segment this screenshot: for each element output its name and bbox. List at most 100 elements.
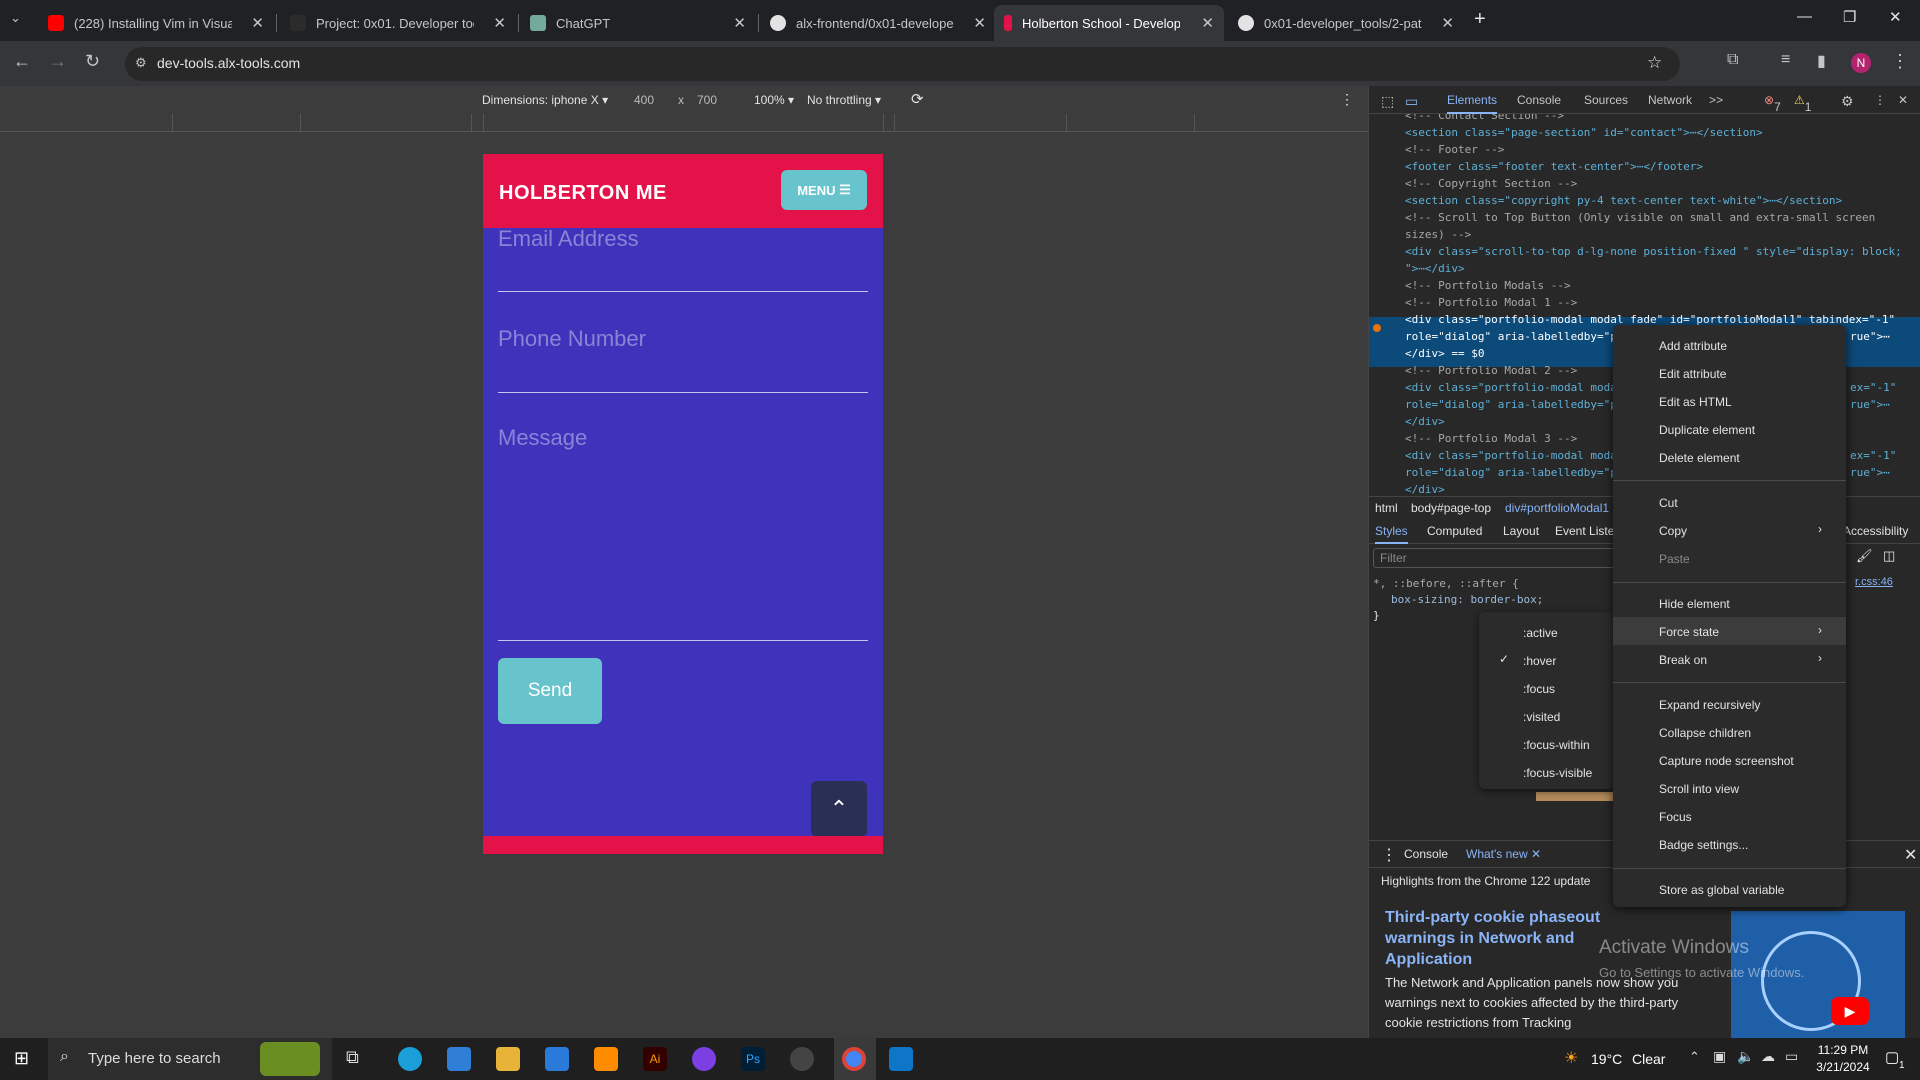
tab-5[interactable]: 0x01-developer_tools/2-pathw ✕	[1228, 5, 1464, 41]
menu-break-on[interactable]: Break on	[1659, 653, 1707, 667]
menu-badge-settings[interactable]: Badge settings...	[1659, 838, 1748, 852]
menu-delete-element[interactable]: Delete element	[1659, 451, 1740, 465]
dom-line[interactable]: role="dialog" aria-labelledby="p	[1405, 465, 1617, 482]
illustrator-icon[interactable]: Ai	[643, 1047, 667, 1071]
taskbar-search[interactable]: ⌕ Type here to search	[48, 1038, 332, 1080]
vlc-icon[interactable]	[594, 1047, 618, 1071]
file-explorer-icon[interactable]	[496, 1047, 520, 1071]
cloud-icon[interactable]: ☁	[1761, 1048, 1775, 1065]
dom-line[interactable]: <!-- Footer -->	[1405, 142, 1504, 159]
new-tab-button[interactable]: +	[1474, 8, 1486, 31]
device-select[interactable]: Dimensions: iphone X ▾	[482, 93, 608, 107]
tab-styles[interactable]: Styles	[1375, 524, 1408, 544]
dom-line[interactable]: <!-- Scroll to Top Button (Only visible …	[1405, 210, 1875, 227]
email-field[interactable]: Email Address	[498, 226, 868, 292]
devtools-close-icon[interactable]: ✕	[1898, 93, 1908, 107]
device-more-icon[interactable]: ⋮	[1340, 91, 1354, 108]
dom-line[interactable]: <!-- Portfolio Modals -->	[1405, 278, 1571, 295]
dom-line[interactable]: <!-- Portfolio Modal 3 -->	[1405, 431, 1577, 448]
dom-line[interactable]: <div class="portfolio-modal moda	[1405, 448, 1617, 465]
dom-line[interactable]: <!-- Portfolio Modal 1 -->	[1405, 295, 1577, 312]
menu-capture-node-screenshot[interactable]: Capture node screenshot	[1659, 754, 1794, 768]
tab-layout[interactable]: Layout	[1503, 524, 1539, 538]
message-field[interactable]: Message	[498, 425, 868, 641]
menu-edit-attribute[interactable]: Edit attribute	[1659, 367, 1726, 381]
height-input[interactable]: 700	[697, 93, 717, 107]
paint-icon[interactable]: 🖌	[1856, 548, 1873, 564]
dom-line[interactable]: <div class="portfolio-modal moda	[1405, 380, 1617, 397]
side-panel-icon[interactable]: ▮	[1817, 51, 1826, 71]
tab-sources[interactable]: Sources	[1584, 93, 1628, 107]
menu-copy[interactable]: Copy	[1659, 524, 1687, 538]
width-input[interactable]: 400	[634, 93, 654, 107]
tab-elements[interactable]: Elements	[1447, 93, 1498, 114]
device-toggle-icon[interactable]: ▭	[1405, 93, 1418, 110]
warning-count[interactable]: ⚠ 1	[1794, 93, 1811, 114]
dom-line[interactable]: </div>	[1405, 482, 1445, 496]
brand-logo[interactable]: HOLBERTON ME	[499, 182, 667, 205]
state-visited[interactable]: :visited	[1523, 710, 1560, 724]
send-button[interactable]: Send	[498, 658, 602, 724]
menu-expand-recursively[interactable]: Expand recursively	[1659, 698, 1760, 712]
github-desktop-icon[interactable]	[692, 1047, 716, 1071]
menu-scroll-into-view[interactable]: Scroll into view	[1659, 782, 1739, 796]
state-focus-visible[interactable]: :focus-visible	[1523, 766, 1592, 780]
phone-field[interactable]: Phone Number	[498, 326, 868, 393]
network-icon[interactable]: ▭	[1785, 1048, 1798, 1065]
drawer-close-icon[interactable]: ✕	[1904, 845, 1917, 865]
error-count[interactable]: ⊗ 7	[1764, 93, 1781, 114]
close-icon[interactable]: ✕	[251, 14, 264, 32]
dom-line[interactable]: <!-- Contact Section -->	[1405, 114, 1564, 125]
notification-icon[interactable]: ▢	[1885, 1048, 1899, 1066]
menu-store-global-variable[interactable]: Store as global variable	[1659, 883, 1784, 897]
throttling-select[interactable]: No throttling ▾	[807, 93, 881, 107]
dom-line[interactable]: <section class="copyright py-4 text-cent…	[1405, 193, 1842, 210]
devtools-more-icon[interactable]: ⋮	[1874, 93, 1886, 107]
menu-force-state[interactable]: Force state	[1659, 625, 1719, 639]
drawer-tab-whats-new[interactable]: What's new ✕	[1466, 847, 1541, 861]
inspect-icon[interactable]: ⬚	[1381, 93, 1394, 110]
drawer-menu-icon[interactable]: ⋮	[1381, 845, 1397, 865]
tab-2[interactable]: ChatGPT ✕	[520, 5, 756, 41]
tab-4-active[interactable]: Holberton School - Developer t ✕	[994, 5, 1224, 41]
vscode-icon[interactable]	[889, 1047, 913, 1071]
menu-edit-as-html[interactable]: Edit as HTML	[1659, 395, 1732, 409]
store-icon[interactable]	[545, 1047, 569, 1071]
settings-gear-icon[interactable]: ⚙	[1841, 93, 1854, 110]
weather-text[interactable]: Clear	[1632, 1051, 1665, 1067]
reading-list-icon[interactable]: ≡	[1781, 51, 1790, 69]
weather-icon[interactable]: ☀	[1564, 1048, 1578, 1068]
tab-3[interactable]: alx-frontend/0x01-developer_to ✕	[760, 5, 996, 41]
dom-line[interactable]: ">⋯</div>	[1405, 261, 1465, 278]
task-view-icon[interactable]: ⧉	[346, 1047, 370, 1071]
rotate-icon[interactable]: ⟳	[911, 90, 924, 108]
close-icon[interactable]: ✕	[1201, 14, 1214, 32]
state-active[interactable]: :active	[1523, 626, 1558, 640]
back-icon[interactable]: ←	[13, 51, 31, 72]
computed-toggle-icon[interactable]: ◫	[1883, 548, 1895, 564]
omnibox[interactable]: ⚙ dev-tools.alx-tools.com ☆	[125, 47, 1680, 81]
dom-line[interactable]: sizes) -->	[1405, 227, 1471, 244]
site-info-icon[interactable]: ⚙	[135, 55, 147, 71]
meet-icon[interactable]: ▣	[1713, 1048, 1726, 1065]
tab-network[interactable]: Network	[1648, 93, 1692, 107]
article-title[interactable]: Third-party cookie phaseout warnings in …	[1385, 907, 1605, 970]
tray-chevron-icon[interactable]: ⌃	[1689, 1049, 1700, 1065]
clock-date[interactable]: 3/21/2024	[1811, 1060, 1875, 1074]
crumb-body[interactable]: body#page-top	[1411, 501, 1491, 515]
more-menu-icon[interactable]: ⋮	[1891, 51, 1909, 72]
close-icon[interactable]: ✕	[733, 14, 746, 32]
menu-cut[interactable]: Cut	[1659, 496, 1678, 510]
close-icon[interactable]: ✕	[973, 14, 986, 32]
photoshop-icon[interactable]: Ps	[741, 1047, 765, 1071]
drawer-tab-console[interactable]: Console	[1404, 847, 1448, 861]
menu-button[interactable]: MENU ☰	[781, 170, 867, 210]
extensions-icon[interactable]: ⧉	[1727, 51, 1738, 69]
menu-hide-element[interactable]: Hide element	[1659, 597, 1730, 611]
dom-line[interactable]: <!-- Portfolio Modal 2 -->	[1405, 363, 1577, 380]
edge-icon[interactable]	[398, 1047, 422, 1071]
menu-focus[interactable]: Focus	[1659, 810, 1692, 824]
crumb-div[interactable]: div#portfolioModal1	[1505, 501, 1609, 515]
mail-icon[interactable]	[447, 1047, 471, 1071]
tab-0[interactable]: (228) Installing Vim in Visual Stu ✕	[38, 5, 274, 41]
